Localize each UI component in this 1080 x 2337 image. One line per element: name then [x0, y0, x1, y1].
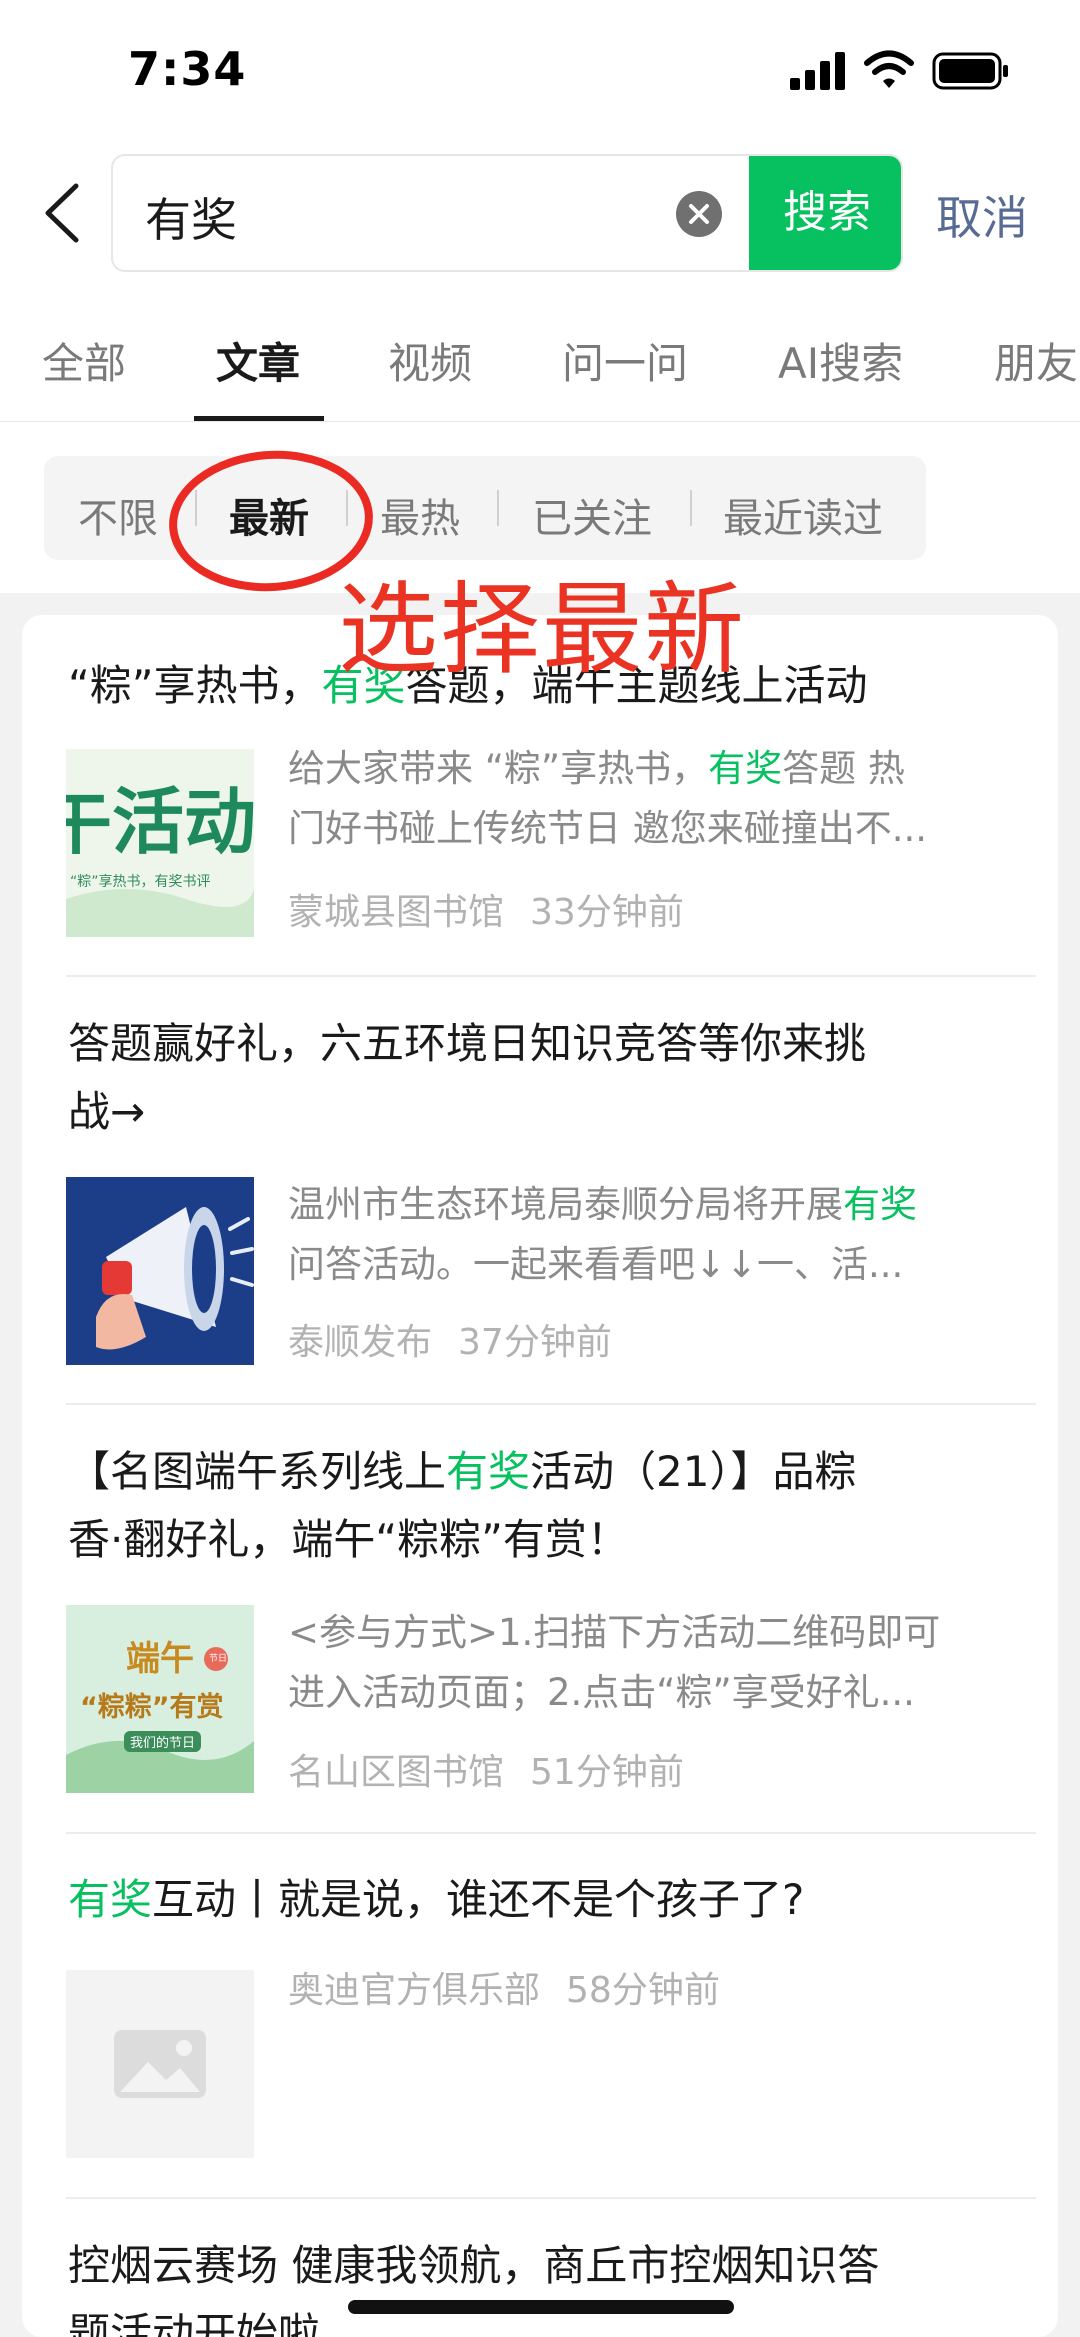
- home-indicator[interactable]: [348, 2300, 734, 2314]
- results-list: “粽”享热书，有奖答题，端午主题线上活动 午活动 “粽”享热书，有奖书评 给大家…: [22, 615, 1058, 2337]
- result-source: 泰顺发布: [288, 1322, 433, 1363]
- filter-followed[interactable]: 已关注: [532, 486, 652, 544]
- search-input[interactable]: 有奖 搜索: [111, 154, 903, 272]
- result-divider: [66, 1832, 1036, 1834]
- search-query-text[interactable]: 有奖: [145, 184, 237, 250]
- tab-friends[interactable]: 朋友: [994, 330, 1078, 391]
- tabs-divider: [0, 421, 1080, 422]
- result-title[interactable]: 战→: [68, 1079, 1028, 1145]
- thumbnail-text: 午活动: [66, 779, 254, 864]
- tab-videos[interactable]: 视频: [388, 330, 472, 391]
- filter-hottest[interactable]: 最热: [380, 486, 460, 544]
- result-meta: 名山区图书馆 51分钟前: [288, 1743, 684, 1795]
- thumbnail-caption: “粽”享热书，有奖书评: [70, 874, 211, 890]
- result-thumbnail[interactable]: [66, 1177, 254, 1365]
- cellular-signal-icon: [790, 52, 845, 90]
- result-snippet: 温州市生态环境局泰顺分局将开展有奖: [288, 1183, 917, 1226]
- thumbnail-badge: 节日: [209, 1654, 228, 1664]
- megaphone-icon: [66, 1177, 254, 1365]
- result-snippet: 给大家带来 “粽”享热书，有奖答题 热: [288, 747, 905, 790]
- annotation-text: 选择最新: [338, 571, 746, 688]
- result-thumbnail[interactable]: 端午 节日 “粽粽”有赏 我们的节日: [66, 1605, 254, 1793]
- tab-ai-search[interactable]: AI搜索: [778, 330, 903, 391]
- tab-ask[interactable]: 问一问: [562, 330, 688, 391]
- image-placeholder-icon: [66, 1970, 254, 2158]
- result-thumbnail[interactable]: 午活动 “粽”享热书，有奖书评: [66, 749, 254, 937]
- cancel-button[interactable]: 取消: [936, 182, 1028, 248]
- result-divider: [66, 1403, 1036, 1405]
- result-divider: [66, 2197, 1036, 2199]
- thumbnail-tag: 我们的节日: [124, 1731, 202, 1752]
- thumbnail-text: 端午: [126, 1639, 194, 1679]
- result-snippet: 问答活动。一起来看看吧↓↓一、活...: [288, 1243, 904, 1286]
- result-time: 33分钟前: [530, 892, 684, 933]
- filter-separator: [497, 490, 499, 526]
- search-button[interactable]: 搜索: [749, 156, 901, 270]
- result-meta: 蒙城县图书馆 33分钟前: [288, 883, 684, 935]
- filter-any[interactable]: 不限: [78, 486, 158, 544]
- result-time: 58分钟前: [566, 1970, 720, 2011]
- result-thumbnail[interactable]: [66, 1970, 254, 2158]
- result-title[interactable]: 有奖互动丨就是说，谁还不是个孩子了?: [68, 1867, 1028, 1933]
- result-source: 奥迪官方俱乐部: [288, 1970, 541, 2011]
- clear-icon[interactable]: [675, 190, 723, 238]
- thumbnail-text: “粽粽”有赏: [80, 1692, 224, 1723]
- result-title[interactable]: 香·翻好礼，端午“粽粽”有赏！: [68, 1507, 1028, 1573]
- result-meta: 泰顺发布 37分钟前: [288, 1313, 612, 1365]
- result-snippet: 进入活动页面；2.点击“粽”享受好礼...: [288, 1671, 915, 1714]
- result-snippet: <参与方式>1.扫描下方活动二维码即可: [288, 1611, 941, 1654]
- result-title[interactable]: 【名图端午系列线上有奖活动（21）】品粽: [68, 1439, 1028, 1505]
- result-time: 37分钟前: [458, 1322, 612, 1363]
- result-divider: [66, 975, 1036, 977]
- battery-icon: [932, 52, 1008, 90]
- result-title[interactable]: 答题赢好礼，六五环境日知识竞答等你来挑: [68, 1011, 1028, 1077]
- filter-separator: [690, 490, 692, 526]
- result-time: 51分钟前: [530, 1752, 684, 1793]
- result-meta: 奥迪官方俱乐部 58分钟前: [288, 1961, 720, 2013]
- result-source: 名山区图书馆: [288, 1752, 505, 1793]
- tab-articles[interactable]: 文章: [216, 330, 300, 391]
- back-arrow-icon[interactable]: [38, 180, 88, 246]
- tab-all[interactable]: 全部: [42, 330, 126, 391]
- filter-recently-read[interactable]: 最近读过: [723, 486, 883, 544]
- result-snippet: 门好书碰上传统节日 邀您来碰撞出不...: [288, 807, 928, 850]
- result-title[interactable]: 控烟云赛场 健康我领航，商丘市控烟知识答: [68, 2233, 1028, 2299]
- status-time: 7:34: [128, 42, 247, 96]
- result-source: 蒙城县图书馆: [288, 892, 505, 933]
- wifi-icon: [864, 50, 914, 88]
